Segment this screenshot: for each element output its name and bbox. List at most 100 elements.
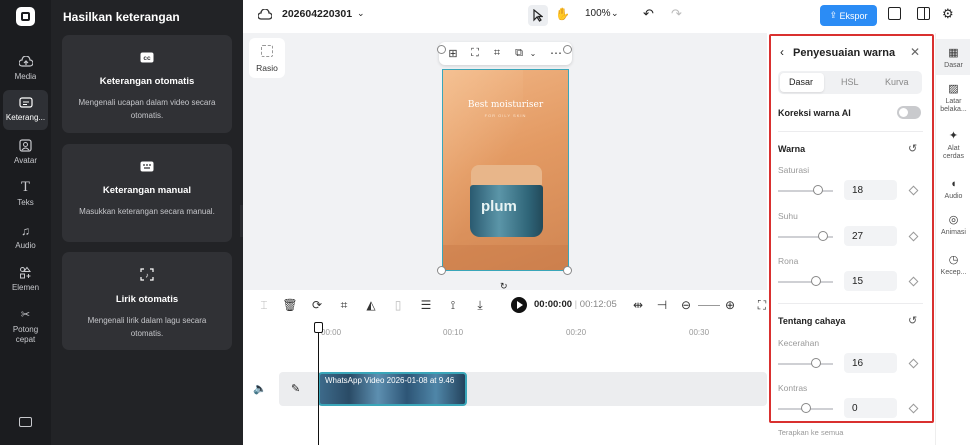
resize-handle[interactable] (563, 266, 572, 275)
layers-icon[interactable] (888, 7, 901, 20)
video-preview[interactable]: Best moisturiser FOR OILY SKIN plum (442, 69, 569, 271)
zoom-slider[interactable] (698, 305, 720, 306)
resize-handle[interactable] (563, 45, 572, 54)
replace-icon[interactable]: ⧉ (513, 47, 525, 59)
zoom-in-icon[interactable]: ⊕ (723, 298, 737, 312)
split-view-icon[interactable]: ⊣ (655, 298, 669, 312)
card-title: Keterangan otomatis (99, 75, 195, 87)
rail-item-elements[interactable]: Elemen (3, 260, 48, 300)
rail-label: Audio (15, 241, 36, 250)
tab-hsl[interactable]: HSL (841, 77, 859, 87)
add-media-icon[interactable]: ⊞ (447, 47, 459, 60)
saturation-knob[interactable] (813, 185, 823, 195)
snap-icon[interactable]: ⇹ (631, 298, 645, 312)
saturation-value[interactable]: 18 (844, 180, 897, 200)
rail-label: Alat cerdas (942, 145, 964, 160)
brightness-knob[interactable] (811, 358, 821, 368)
chevron-down-icon[interactable]: ⌄ (357, 8, 365, 19)
trim-icon[interactable]: ⟟ (446, 298, 460, 312)
card-manual-captions[interactable]: Keterangan manual Masukkan keterangan se… (62, 144, 232, 242)
rail-item-audio[interactable]: ♫ Audio (3, 218, 48, 258)
music-icon: ♫ (21, 223, 30, 238)
ai-correction-toggle[interactable] (897, 106, 921, 119)
delete-icon[interactable]: 🗑 (282, 298, 297, 312)
rail-label: Audio (944, 193, 963, 200)
project-name[interactable]: 202604220301 (282, 8, 352, 20)
rail-item-basic[interactable]: ▦ Dasar (936, 39, 970, 75)
rail-label: Teks (17, 198, 34, 207)
redo-icon[interactable]: ↷ (671, 6, 682, 22)
hue-slider[interactable] (778, 281, 833, 283)
right-rail: ▦ Dasar ▨ Latar belaka... ✦ Alat cerdas ◖ Au… (935, 33, 970, 445)
hue-knob[interactable] (811, 276, 821, 286)
rail-item-text[interactable]: T Teks (3, 175, 48, 215)
hand-tool-button[interactable]: ✋ (555, 7, 570, 21)
card-auto-lyrics[interactable]: ♪ Lirik otomatis Mengenali lirik dalam l… (62, 252, 232, 350)
captions-panel: Hasilkan keterangan cc Keterangan otomat… (51, 0, 243, 445)
rail-item-media[interactable]: Media (3, 49, 48, 89)
ratio-button[interactable]: Rasio (249, 38, 285, 78)
mirror-icon[interactable]: ◭ (364, 298, 378, 312)
keyboard-icon[interactable] (19, 417, 32, 427)
ratio-icon (261, 45, 273, 57)
app-logo[interactable] (16, 7, 35, 26)
rail-item-audio[interactable]: ◖ Audio (936, 177, 970, 201)
undo-icon[interactable]: ↶ (643, 6, 654, 22)
select-tool-button[interactable] (528, 5, 548, 26)
export-button[interactable]: ⇪ Ekspor (820, 5, 877, 26)
panel-layout-icon[interactable] (917, 7, 930, 20)
reset-icon[interactable]: ↺ (908, 314, 917, 327)
crop-icon[interactable]: ⌗ (491, 47, 503, 59)
settings-icon[interactable]: ⚙ (942, 6, 954, 22)
temperature-value[interactable]: 27 (844, 226, 897, 246)
chevron-down-icon[interactable]: ⌄ (611, 8, 619, 19)
rail-item-avatar[interactable]: Avatar (3, 133, 48, 173)
rail-label: Avatar (14, 156, 37, 165)
apply-all-button[interactable]: Terapkan ke semua (778, 428, 843, 437)
rail-label: Latar belaka... (940, 98, 967, 113)
split-icon[interactable]: ⌶ (257, 298, 271, 312)
hue-value[interactable]: 15 (844, 271, 897, 291)
brightness-value[interactable]: 16 (844, 353, 897, 373)
temperature-knob[interactable] (818, 231, 828, 241)
video-subline: FOR OILY SKIN (484, 113, 527, 118)
chevron-down-icon[interactable]: ⌄ (527, 47, 539, 59)
adjust-icon[interactable]: ☰ (419, 298, 433, 312)
crop-icon[interactable]: ⌗ (337, 298, 351, 312)
close-icon[interactable]: ✕ (910, 45, 920, 59)
saturation-slider[interactable] (778, 190, 833, 192)
freeze-icon[interactable]: ▯ (391, 298, 405, 312)
divider (778, 131, 923, 132)
section-color: Warna (778, 144, 806, 154)
panel-title: Penyesuaian warna (793, 47, 896, 59)
more-icon[interactable]: ⋯ (550, 46, 562, 60)
fit-icon[interactable]: ⛶ (469, 47, 481, 59)
playhead[interactable] (314, 322, 323, 445)
edit-icon[interactable]: ✎ (291, 382, 300, 395)
loop-icon[interactable]: ⟳ (310, 298, 324, 312)
play-button[interactable] (511, 297, 527, 313)
rail-item-speed[interactable]: ◷ Kecep... (936, 253, 970, 277)
rail-item-animation[interactable]: ◎ Animasi (936, 213, 970, 237)
back-icon[interactable]: ‹ (780, 45, 784, 59)
download-icon[interactable]: ⤓ (473, 298, 487, 312)
rail-item-background[interactable]: ▨ Latar belaka... (936, 82, 970, 114)
reset-icon[interactable]: ↺ (908, 142, 917, 155)
contrast-knob[interactable] (801, 403, 811, 413)
tab-curves[interactable]: Kurva (885, 77, 909, 87)
resize-handle[interactable] (437, 266, 446, 275)
floating-toolbar: ⊞ ⛶ ⌗ ⧉ ⌄ ⋯ (439, 42, 572, 65)
rail-item-captions[interactable]: Keterang... (3, 90, 48, 130)
video-clip[interactable]: WhatsApp Video 2026-01-08 at 9.46 (318, 372, 467, 406)
elements-icon (18, 265, 34, 280)
card-auto-captions[interactable]: cc Keterangan otomatis Mengenali ucapan … (62, 35, 232, 133)
zoom-out-icon[interactable]: ⊖ (679, 298, 693, 312)
brightness-slider[interactable] (778, 363, 833, 365)
volume-icon[interactable]: 🔈 (253, 382, 267, 395)
resize-handle[interactable] (437, 45, 446, 54)
contrast-value[interactable]: 0 (844, 398, 897, 418)
rail-item-quick-cut[interactable]: ✂ Potong cepat (3, 302, 48, 348)
tab-basic[interactable]: Dasar (789, 77, 813, 87)
rail-item-smart-tools[interactable]: ✦ Alat cerdas (936, 129, 970, 161)
zoom-level[interactable]: 100% (585, 8, 611, 19)
